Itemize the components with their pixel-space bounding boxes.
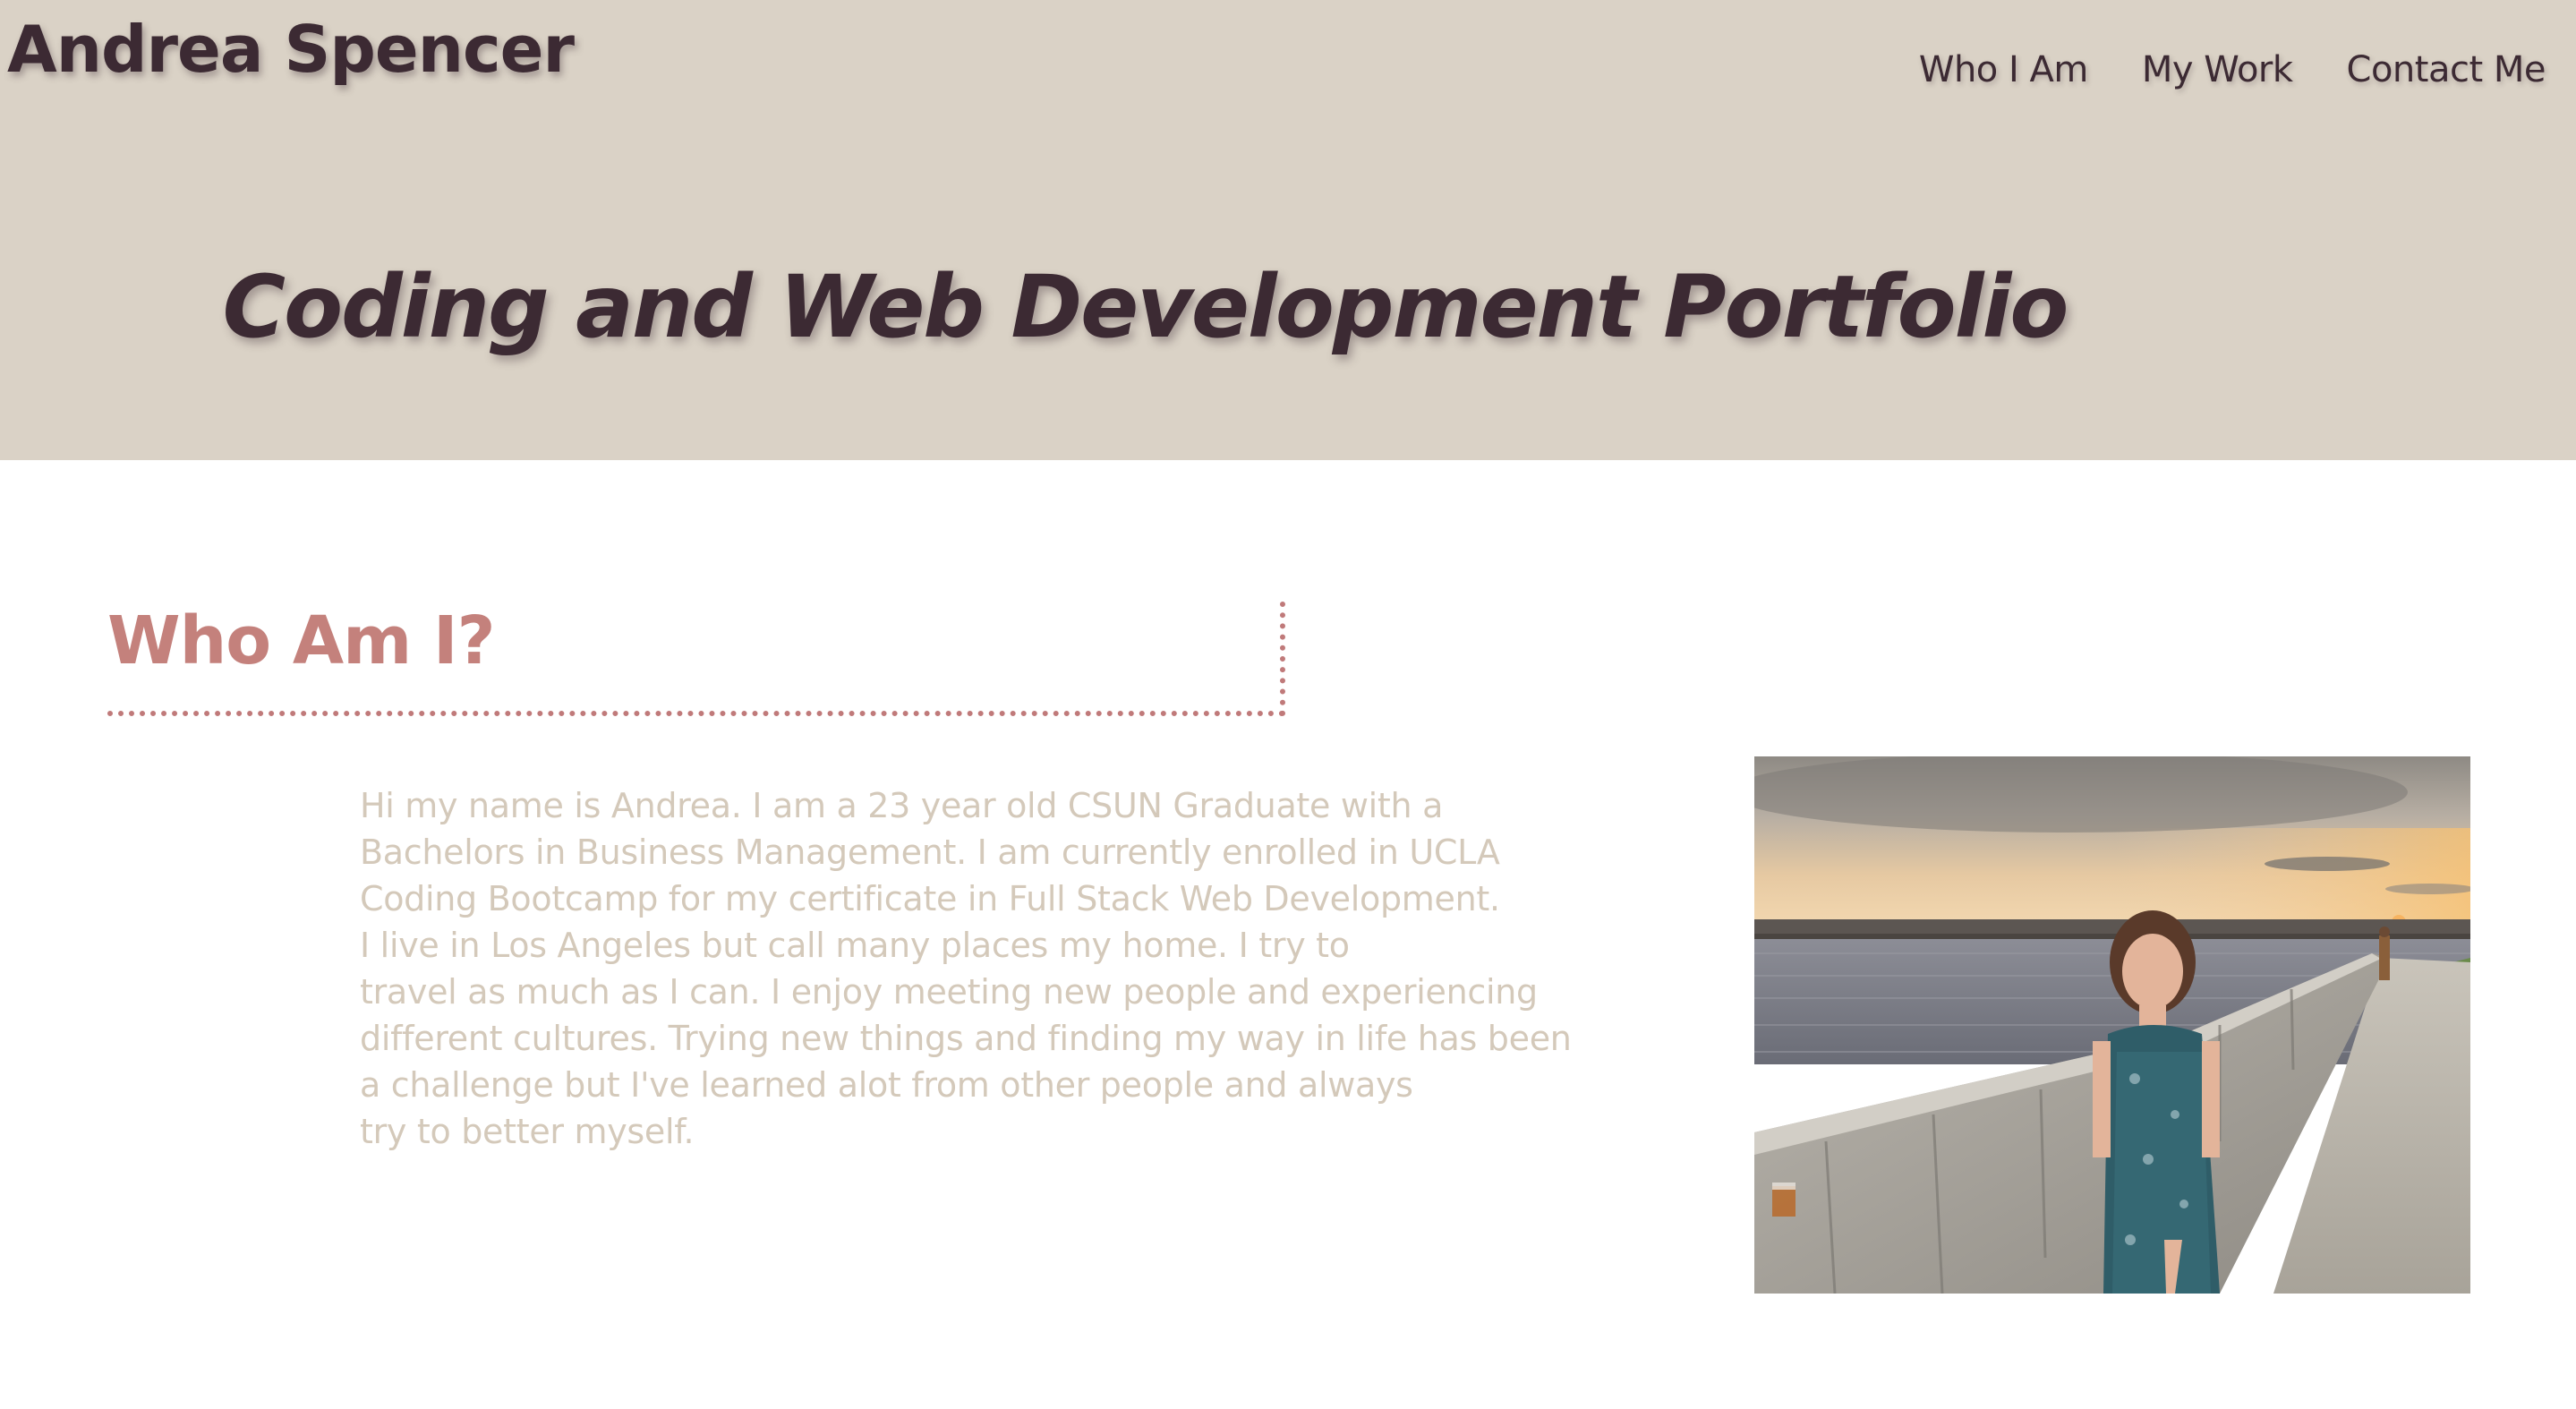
bio-line: Coding Bootcamp for my certificate in Fu… [360, 879, 1500, 918]
bio-paragraph: Hi my name is Andrea. I am a 23 year old… [360, 782, 1577, 1155]
bio-line: Hi my name is Andrea. I am a 23 year old… [360, 786, 1444, 825]
nav-link-contact-me[interactable]: Contact Me [2347, 48, 2546, 91]
about-heading-box: Who Am I? [107, 602, 1285, 716]
site-header: Andrea Spencer Who I Am My Work Contact … [0, 0, 2576, 460]
bio-line: try to better myself. [360, 1112, 695, 1151]
main-nav: Who I Am My Work Contact Me [1919, 48, 2546, 91]
site-name: Andrea Spencer [7, 12, 575, 87]
bio-line: a challenge but I've learned alot from o… [360, 1065, 1413, 1105]
profile-photo [1754, 756, 2470, 1294]
bio-line: different cultures. Trying new things an… [360, 1019, 1572, 1058]
nav-link-my-work[interactable]: My Work [2142, 48, 2293, 91]
nav-link-who-i-am[interactable]: Who I Am [1919, 48, 2088, 91]
bio-line: travel as much as I can. I enjoy meeting… [360, 972, 1538, 1012]
hero-title: Coding and Web Development Portfolio [222, 257, 2069, 357]
bio-line: I live in Los Angeles but call many plac… [360, 926, 1350, 965]
about-heading: Who Am I? [107, 602, 496, 679]
bio-line: Bachelors in Business Management. I am c… [360, 833, 1500, 872]
